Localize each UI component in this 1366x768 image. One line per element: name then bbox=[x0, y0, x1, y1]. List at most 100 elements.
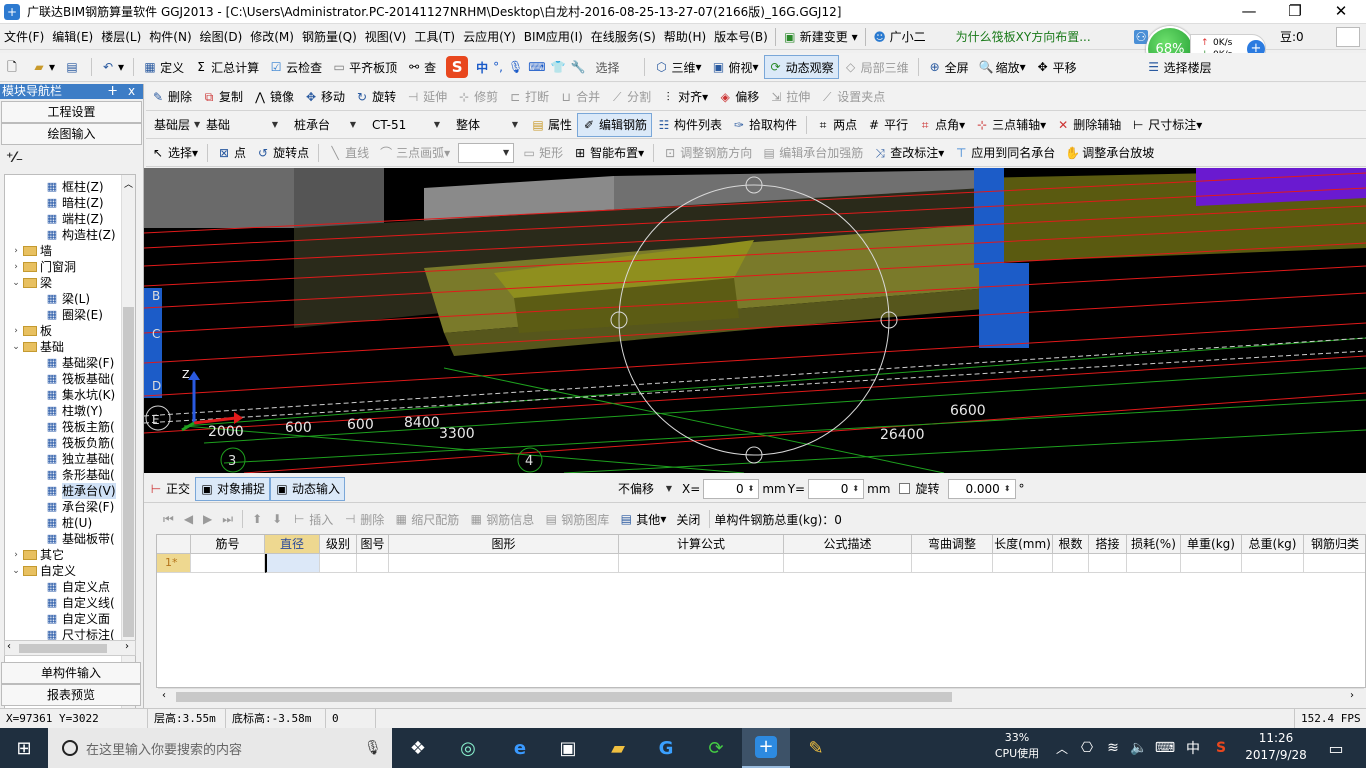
menu-file[interactable]: 文件(F) bbox=[0, 25, 48, 49]
expand-collapse-icons[interactable]: ⁺⁄₋ bbox=[6, 150, 23, 166]
windows-start-icon[interactable]: ⊞ bbox=[0, 728, 48, 768]
new-file-button[interactable]: 🗋 bbox=[0, 55, 27, 79]
delete-axis-button[interactable]: ✕ 删除辅轴 bbox=[1051, 113, 1126, 137]
col-header-category[interactable]: 钢筋归类 bbox=[1304, 535, 1365, 554]
tree-item[interactable]: ▦ 筏板主筋( bbox=[5, 419, 115, 435]
new-change-button[interactable]: ▣ 新建变更 ▾ bbox=[779, 25, 862, 49]
panel-toggle-icon[interactable] bbox=[1336, 27, 1360, 47]
align-button[interactable]: ⫶ 对齐 ▾ bbox=[656, 85, 713, 109]
search-box[interactable]: 在这里输入你要搜索的内容 🎙 bbox=[48, 728, 392, 768]
tree-item[interactable]: ▦ 自定义点 bbox=[5, 579, 110, 595]
chevron-right-icon[interactable]: › bbox=[11, 547, 21, 563]
table-cell[interactable] bbox=[1053, 554, 1089, 573]
dynamic-input-button[interactable]: ▣ 动态输入 bbox=[270, 476, 346, 501]
ruler-button[interactable]: ▦ 缩尺配筋 bbox=[389, 507, 464, 531]
first-record-button[interactable]: ⏮ bbox=[158, 507, 179, 531]
viewport-scene[interactable]: 3 4 B C D E 2000 600 600 8400 3300 6600 … bbox=[144, 168, 1366, 473]
tree-item[interactable]: ▦ 承台梁(F) bbox=[5, 499, 114, 515]
microphone-icon[interactable]: 🎙 bbox=[364, 740, 382, 756]
tree-folder[interactable]: › 其它 bbox=[5, 547, 64, 563]
glodon-app-icon[interactable]: G bbox=[642, 728, 690, 768]
rotate-input[interactable]: 0.000 ⬍ bbox=[947, 478, 1016, 499]
split-button[interactable]: ⟋ 分割 bbox=[605, 85, 656, 109]
dim-button[interactable]: ⊢ 尺寸标注 ▾ bbox=[1126, 113, 1207, 137]
col-header-formula[interactable]: 计算公式 bbox=[619, 535, 784, 554]
table-cell[interactable] bbox=[912, 554, 993, 573]
drawing-input-button[interactable]: 绘图输入 bbox=[1, 123, 142, 145]
prev-record-button[interactable]: ◀ bbox=[179, 507, 198, 531]
rect-button[interactable]: ▭ 矩形 bbox=[517, 141, 568, 165]
local3d-button[interactable]: ◇ 局部三维 bbox=[839, 55, 914, 79]
top-view-button[interactable]: ▣ 俯视 ▾ bbox=[707, 55, 764, 79]
menu-cloud[interactable]: 云应用(Y) bbox=[459, 25, 520, 49]
table-cell[interactable] bbox=[619, 554, 784, 573]
table-cell-selected[interactable] bbox=[265, 554, 320, 573]
object-snap-button[interactable]: ▣ 对象捕捉 bbox=[195, 476, 271, 501]
keyboard-tray-icon[interactable]: ⌨ bbox=[1152, 728, 1178, 768]
col-header-bar-no[interactable]: 筋号 bbox=[191, 535, 265, 554]
define-button[interactable]: ▦ 定义 bbox=[138, 55, 189, 79]
minimize-button[interactable]: — bbox=[1226, 0, 1272, 23]
col-header-total-weight[interactable]: 总重(kg) bbox=[1242, 535, 1304, 554]
line-button[interactable]: ╲ 直线 bbox=[323, 141, 374, 165]
wifi-icon[interactable]: ≋ bbox=[1100, 728, 1126, 768]
menu-rebar-qty[interactable]: 钢筋量(Q) bbox=[298, 25, 361, 49]
scroll-right-icon[interactable]: › bbox=[1350, 690, 1354, 701]
tree-item[interactable]: ▦ 端柱(Z) bbox=[5, 211, 104, 227]
tree-item[interactable]: ▦ 桩(U) bbox=[5, 515, 92, 531]
tree-item[interactable]: ▦ 基础梁(F) bbox=[5, 355, 114, 371]
scroll-right-icon[interactable]: › bbox=[125, 641, 129, 652]
arc-button[interactable]: ⌒ 三点画弧 ▾ bbox=[374, 141, 455, 165]
notification-icon[interactable]: ▭ bbox=[1316, 728, 1356, 768]
pan-button[interactable]: ✥ 平移 bbox=[1031, 55, 1082, 79]
ime-toolbar[interactable]: S 中 °, 🎙 ⌨ 👕 🔧 bbox=[441, 55, 590, 79]
hscroll-thumb[interactable] bbox=[19, 644, 107, 653]
table-cell[interactable] bbox=[191, 554, 265, 573]
col-header-bend-adjust[interactable]: 弯曲调整(mm) bbox=[912, 535, 993, 554]
menu-view[interactable]: 视图(V) bbox=[361, 25, 411, 49]
menu-tools[interactable]: 工具(T) bbox=[410, 25, 459, 49]
tree-item[interactable]: ▦ 构造柱(Z) bbox=[5, 227, 116, 243]
tree-item[interactable]: ▦ 条形基础( bbox=[5, 467, 115, 483]
floor-select[interactable]: 基础层 ▼ bbox=[149, 115, 200, 135]
tree-item[interactable]: ▦ 柱墩(Y) bbox=[5, 403, 103, 419]
tree-folder[interactable]: ⌄ 梁 bbox=[5, 275, 52, 291]
tree-item[interactable]: ▦ 自定义线( bbox=[5, 595, 115, 611]
edit-cap-button[interactable]: ▤ 编辑承台加强筋 bbox=[757, 141, 868, 165]
col-header-length[interactable]: 长度(mm) bbox=[993, 535, 1053, 554]
col-header-grade[interactable]: 级别 bbox=[320, 535, 357, 554]
table-cell[interactable] bbox=[1089, 554, 1127, 573]
delete-button[interactable]: ✎ 删除 bbox=[146, 85, 197, 109]
chevron-right-icon[interactable]: › bbox=[11, 259, 21, 275]
tree-item[interactable]: ▦ 桩承台(V) bbox=[5, 483, 116, 499]
chevron-down-icon[interactable]: ⌄ bbox=[11, 339, 21, 355]
table-cell[interactable] bbox=[1127, 554, 1181, 573]
apply-same-button[interactable]: ⊤ 应用到同名承台 bbox=[949, 141, 1060, 165]
fullscreen-button[interactable]: ⊕ 全屏 bbox=[923, 55, 974, 79]
arc-mode-select[interactable]: ▼ bbox=[458, 142, 515, 163]
chevron-down-icon[interactable]: ⌄ bbox=[11, 563, 21, 579]
menu-edit[interactable]: 编辑(E) bbox=[48, 25, 97, 49]
tree-item[interactable]: ▦ 框柱(Z) bbox=[5, 179, 104, 195]
grid-delete-button[interactable]: ⊣ 删除 bbox=[338, 507, 389, 531]
stretch-button[interactable]: ⇲ 拉伸 bbox=[764, 85, 815, 109]
flush-top-button[interactable]: ▭ 平齐板顶 bbox=[327, 55, 402, 79]
clock[interactable]: 11:26 2017/9/28 bbox=[1236, 730, 1316, 766]
tree-item[interactable]: ▦ 圈梁(E) bbox=[5, 307, 103, 323]
part-select[interactable]: 整体 ▼ bbox=[451, 115, 523, 135]
single-input-button[interactable]: 单构件输入 bbox=[1, 662, 141, 684]
tree-item[interactable]: ▦ 基础板带( bbox=[5, 531, 115, 547]
chevron-right-icon[interactable]: › bbox=[11, 323, 21, 339]
category-select[interactable]: 基础 ▼ bbox=[201, 115, 283, 135]
ggj-app-icon[interactable]: + bbox=[742, 728, 790, 768]
menu-version[interactable]: 版本号(B) bbox=[710, 25, 772, 49]
merge-button[interactable]: ⊔ 合并 bbox=[554, 85, 605, 109]
menu-bim[interactable]: BIM应用(I) bbox=[520, 25, 587, 49]
move-up-button[interactable]: ⬆ bbox=[247, 507, 267, 531]
undo-button[interactable]: ↶ ▾ bbox=[96, 55, 129, 79]
extend-button[interactable]: ⊣ 延伸 bbox=[401, 85, 452, 109]
scroll-left-icon[interactable]: ‹ bbox=[7, 641, 11, 652]
tree-item[interactable]: ▦ 自定义面 bbox=[5, 611, 110, 627]
grid-hscrollbar[interactable]: ‹ › bbox=[158, 688, 1364, 704]
hscroll-thumb[interactable] bbox=[176, 692, 952, 702]
